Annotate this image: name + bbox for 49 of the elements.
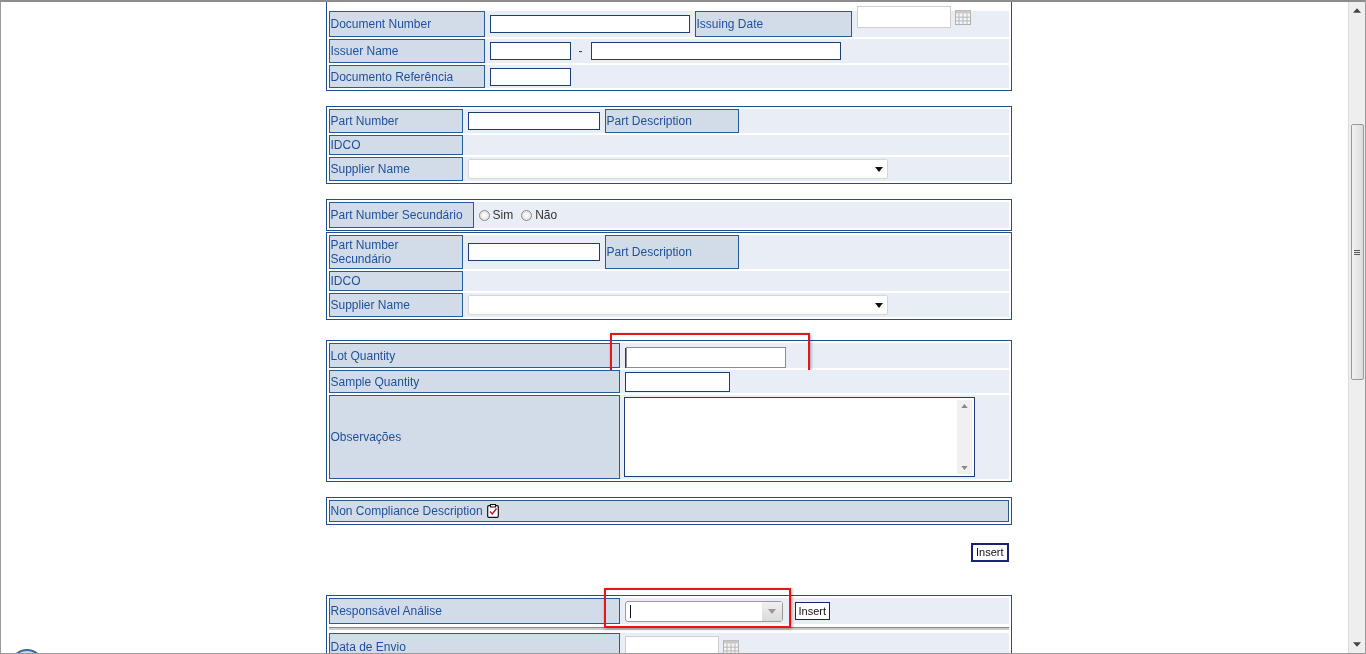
separator-text: -: [577, 44, 584, 58]
text-field[interactable]: [489, 67, 571, 86]
text-field[interactable]: [590, 42, 841, 60]
field-label: Data de Envio: [328, 633, 620, 653]
field-label: Supplier Name: [328, 293, 463, 317]
insert-button[interactable]: Insert: [971, 543, 1009, 562]
insert-button[interactable]: Insert: [794, 602, 830, 620]
field-label: Issuer Name: [328, 39, 485, 63]
text-field[interactable]: [489, 15, 690, 33]
text-field[interactable]: [489, 42, 571, 60]
field-label: Observações: [328, 395, 620, 479]
caret-icon: [874, 302, 883, 308]
field-label: Part Description: [604, 109, 739, 133]
combo-box[interactable]: [624, 600, 783, 622]
scroll-down-arrow-icon[interactable]: [1353, 642, 1361, 647]
caret-icon: [874, 166, 883, 172]
date-field[interactable]: [856, 6, 951, 28]
field-label: IDCO: [328, 135, 463, 155]
up-arrow-icon: [960, 404, 968, 408]
text-field[interactable]: [467, 243, 600, 261]
text-area[interactable]: [623, 397, 975, 477]
field-label: Document Number: [328, 11, 485, 37]
field-label: Part Number Secundário: [328, 235, 463, 269]
caret-icon: [767, 608, 776, 614]
text-field[interactable]: [467, 112, 600, 130]
field-label: Lot Quantity: [328, 343, 620, 368]
field-label: Responsável Análise: [328, 598, 620, 624]
field-label: Sample Quantity: [328, 370, 620, 393]
radio-label: Sim: [492, 208, 514, 222]
field-label: Part Description: [604, 235, 739, 269]
radio-button[interactable]: [478, 209, 490, 221]
scrollbar[interactable]: [956, 400, 972, 474]
field-label: IDCO: [328, 271, 463, 291]
scrollbar[interactable]: [1348, 2, 1365, 653]
radio-label: Não: [535, 208, 558, 222]
field-label: Part Number: [328, 109, 463, 133]
field-label: Issuing Date: [694, 11, 852, 37]
text-field[interactable]: [624, 371, 730, 392]
input-popup[interactable]: [625, 347, 786, 368]
field-label: Documento Referência: [328, 65, 485, 88]
scroll-up-arrow-icon[interactable]: [1353, 8, 1361, 13]
field-label: Part Number Secundário: [328, 202, 474, 228]
field-label: Non Compliance Description: [330, 504, 483, 518]
down-arrow-icon: [960, 466, 968, 470]
field-label: Supplier Name: [328, 157, 463, 181]
clipboard-check-icon: [486, 504, 499, 518]
date-field[interactable]: [624, 636, 719, 653]
radio-button[interactable]: [521, 209, 533, 221]
scroll-thumb[interactable]: [1350, 124, 1364, 380]
